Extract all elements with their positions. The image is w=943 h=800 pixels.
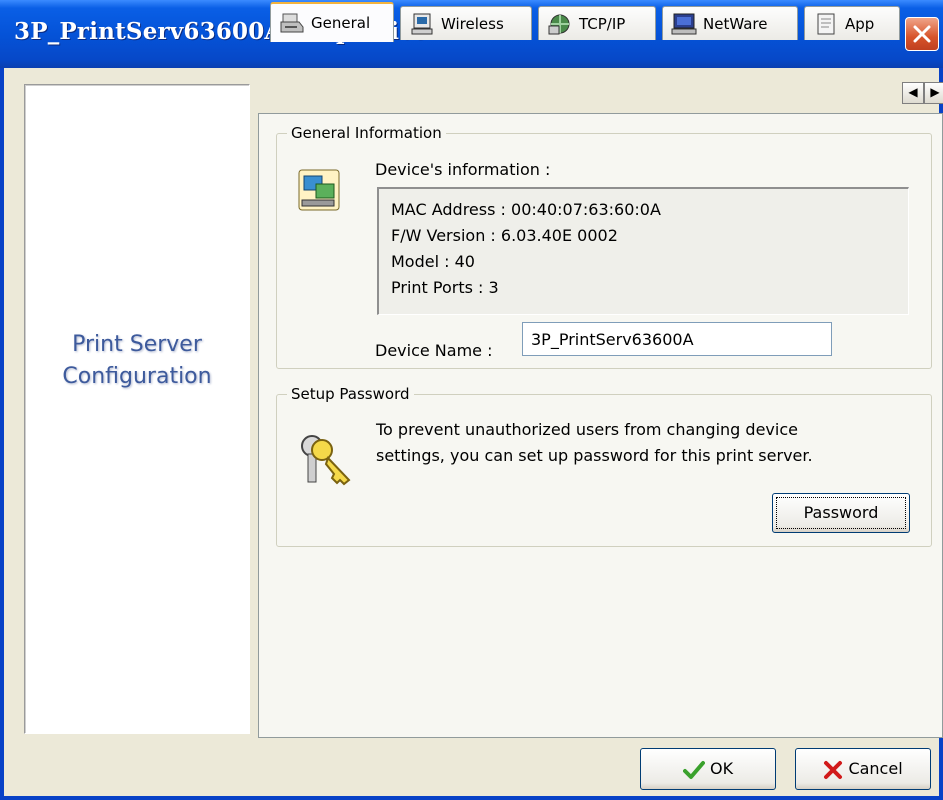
password-description-line1: To prevent unauthorized users from chang… <box>376 420 798 439</box>
close-button[interactable] <box>905 17 939 51</box>
tab-general-label: General <box>311 14 371 32</box>
tab-wireless[interactable]: Wireless <box>400 6 532 40</box>
device-info-label: Device's information : <box>375 160 551 179</box>
fw-version-text: F/W Version : 6.03.40E 0002 <box>391 226 618 245</box>
print-ports-text: Print Ports : 3 <box>391 278 499 297</box>
network-icon <box>547 12 573 36</box>
x-icon <box>824 760 843 779</box>
device-info-box: MAC Address : 00:40:07:63:60:0A F/W Vers… <box>377 187 909 315</box>
app-icon <box>813 12 839 36</box>
password-description-line2: settings, you can set up password for th… <box>376 446 813 465</box>
tab-netware[interactable]: NetWare <box>662 6 798 40</box>
password-button[interactable]: Password <box>772 493 910 533</box>
setup-password-legend: Setup Password <box>291 385 410 403</box>
ok-button[interactable]: OK <box>640 748 776 790</box>
device-icon <box>296 168 344 214</box>
printer-icon <box>279 11 305 35</box>
tab-app[interactable]: App <box>804 6 900 40</box>
sidebar-title: Print Server Configuration <box>25 329 249 393</box>
tab-netware-label: NetWare <box>703 14 768 33</box>
close-icon <box>913 25 931 43</box>
general-information-legend: General Information <box>291 124 442 142</box>
tab-tcpip-label: TCP/IP <box>579 14 626 33</box>
tab-scroll-right-button[interactable]: ▶ <box>924 82 943 104</box>
ok-button-label: OK <box>710 759 734 778</box>
model-text: Model : 40 <box>391 252 475 271</box>
tab-tcpip[interactable]: TCP/IP <box>538 6 656 40</box>
sidebar-title-line1: Print Server <box>72 332 202 357</box>
properties-window: 3P_PrintServ63600A Properties Print Serv… <box>0 0 943 800</box>
mac-address-text: MAC Address : 00:40:07:63:60:0A <box>391 200 661 219</box>
tab-scroll-left-button[interactable]: ◀ <box>902 82 924 104</box>
sidebar-panel: Print Server Configuration <box>24 84 250 734</box>
device-name-label: Device Name : <box>375 341 493 360</box>
tab-app-label: App <box>845 14 875 33</box>
sidebar-title-line2: Configuration <box>62 364 212 389</box>
computer-icon <box>671 12 697 36</box>
wireless-icon <box>409 12 435 36</box>
cancel-button-label: Cancel <box>848 759 903 778</box>
keys-icon <box>294 428 354 488</box>
device-name-field[interactable] <box>522 322 832 356</box>
tab-general[interactable]: General <box>270 2 394 42</box>
checkmark-icon <box>682 760 705 779</box>
tab-wireless-label: Wireless <box>441 14 504 33</box>
cancel-button[interactable]: Cancel <box>795 748 931 790</box>
